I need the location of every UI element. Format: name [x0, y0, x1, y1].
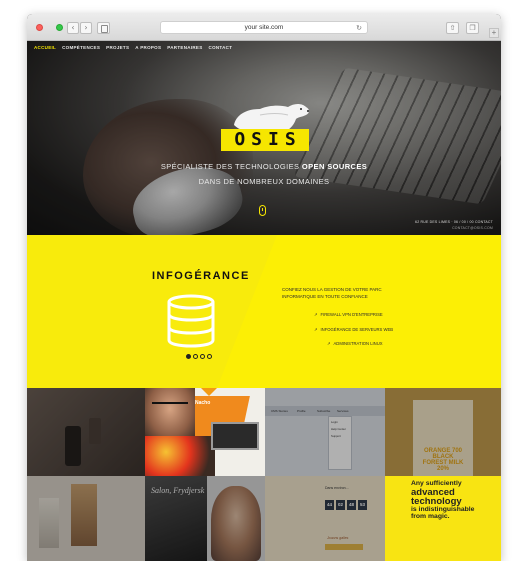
slide-dot-3[interactable]: [200, 354, 205, 359]
quote-line: from magic.: [411, 513, 450, 520]
scroll-down-icon[interactable]: [259, 205, 266, 216]
tile-label: Nacho: [195, 400, 211, 406]
feature-item: Firewall VPN d'entreprise: [314, 312, 383, 317]
nav-item-accueil[interactable]: Accueil: [34, 45, 56, 50]
contact-address: 62 RUE DES LIMES · 06 / 00 / 00 CONTACT: [415, 220, 493, 224]
hero-section: Accueil Compétences Projets A propos Par…: [27, 41, 501, 235]
diagonal-shade: [217, 235, 501, 388]
address-bar[interactable]: your site.com ↻: [160, 21, 368, 34]
slide-dot-2[interactable]: [193, 354, 198, 359]
contact-email[interactable]: CONTACT@OSIS.COM: [452, 226, 493, 230]
new-tab-button[interactable]: +: [489, 28, 499, 38]
quote-line: technology: [411, 495, 462, 507]
portfolio-grid: Nacho CMS Stories Profile Subscribe Serv…: [27, 388, 501, 561]
glasses-shape: [152, 402, 188, 408]
nav-item-competences[interactable]: Compétences: [62, 45, 100, 50]
zoom-window-button[interactable]: [56, 24, 63, 31]
slide-indicator: [186, 354, 212, 359]
browser-window: ‹ › your site.com ↻ ⇧ ❐ + Accueil Compét…: [27, 14, 501, 561]
forward-button[interactable]: ›: [80, 22, 92, 34]
quote-line: is indistinguishable: [411, 505, 475, 513]
tile-dim-overlay: [265, 388, 501, 476]
tagline-prefix: SPÉCIALISTE DES TECHNOLOGIES: [160, 162, 302, 171]
nav-item-contact[interactable]: Contact: [209, 45, 233, 50]
tile-dim-overlay: [27, 388, 145, 561]
ribbon-icon: [201, 388, 217, 396]
portfolio-tile-2[interactable]: Nacho: [145, 388, 265, 476]
back-button[interactable]: ‹: [67, 22, 79, 34]
slide-dot-1[interactable]: [186, 354, 191, 359]
sidebar-toggle-button[interactable]: [97, 22, 110, 34]
nav-item-projets[interactable]: Projets: [106, 45, 129, 50]
address-text: your site.com: [244, 24, 284, 31]
database-icon: [167, 294, 215, 348]
tagline-highlight: OPEN SOURCES: [301, 162, 368, 171]
magic-quote: Any sufficiently advanced technology is …: [411, 480, 497, 521]
feature-item: Infogérance de serveurs web: [314, 327, 394, 332]
laptop-mockup: [211, 422, 259, 450]
main-nav: Accueil Compétences Projets A propos Par…: [34, 45, 232, 50]
close-window-button[interactable]: [36, 24, 43, 31]
hero-tagline-line2: DANS DE NOMBREUX DOMAINES: [198, 177, 330, 186]
osis-logo[interactable]: OSIS: [221, 129, 309, 151]
portrait-photo: [145, 388, 195, 440]
browser-toolbar: ‹ › your site.com ↻ ⇧ ❐ +: [27, 14, 501, 388]
service-title: INFOGÉRANCE: [152, 270, 250, 282]
color-splash: [145, 436, 215, 476]
portfolio-tile-8[interactable]: Any sufficiently advanced technology is …: [385, 476, 501, 561]
share-button[interactable]: ⇧: [446, 22, 459, 34]
slide-dot-4[interactable]: [207, 354, 212, 359]
hero-tagline: SPÉCIALISTE DES TECHNOLOGIES OPEN SOURCE…: [27, 162, 501, 171]
reload-icon[interactable]: ↻: [356, 22, 362, 34]
tile-dim-overlay: [145, 476, 385, 561]
nav-item-a-propos[interactable]: A propos: [135, 45, 161, 50]
nav-item-partenaires[interactable]: Partenaires: [167, 45, 202, 50]
tabs-overview-button[interactable]: ❐: [466, 22, 479, 34]
feature-item: Administration Linux: [327, 341, 383, 346]
service-intro: Confiez nous la gestion de votre parc in…: [282, 287, 382, 299]
service-section: INFOGÉRANCE Confiez nous la gestion de v…: [27, 235, 501, 388]
